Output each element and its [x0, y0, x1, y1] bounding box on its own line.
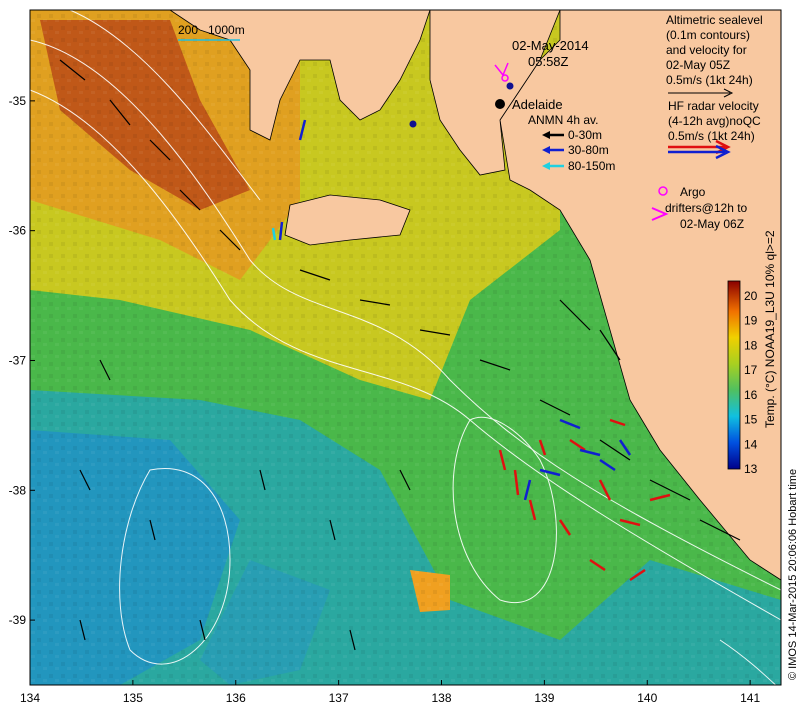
- colorbar-tick-label: 17: [744, 363, 758, 377]
- scale-bar-units: 1000m: [208, 23, 245, 37]
- x-tick-label: 136: [226, 691, 246, 705]
- y-tick-label: -36: [9, 224, 27, 238]
- colorbar-tick-label: 15: [744, 413, 758, 427]
- argo-legend-line: drifters@12h to: [665, 201, 748, 215]
- anmn-legend-item: 30-80m: [568, 143, 609, 157]
- anmn-legend-item: 0-30m: [568, 128, 602, 142]
- x-tick-label: 140: [637, 691, 657, 705]
- scale-bar-label: 200: [178, 23, 198, 37]
- sst-map: 200 1000m 02-May-2014 05:58Z Adelaide AN…: [9, 9, 799, 705]
- colorbar-tick-label: 16: [744, 388, 758, 402]
- y-tick-label: -38: [9, 483, 27, 497]
- x-tick-label: 141: [740, 691, 760, 705]
- argo-legend-line: 02-May 06Z: [680, 217, 744, 231]
- colorbar-tick-label: 18: [744, 338, 758, 352]
- altimetry-legend-line: Altimetric sealevel: [666, 13, 763, 27]
- map-date: 02-May-2014: [512, 38, 589, 53]
- mooring-marker: [506, 82, 514, 90]
- anmn-legend-title: ANMN 4h av.: [528, 113, 598, 127]
- credit-text: © IMOS 14-Mar-2015 20:06:06 Hobart time: [787, 469, 799, 680]
- y-tick-label: -35: [9, 94, 27, 108]
- colorbar-tick-label: 13: [744, 462, 758, 476]
- argo-legend-line: Argo: [680, 185, 706, 199]
- x-tick-label: 138: [431, 691, 451, 705]
- colorbar-label: Temp. (°C) NOAA19_L3U 10% ql>=2: [763, 230, 777, 428]
- y-tick-label: -39: [9, 613, 27, 627]
- altimetry-legend-line: and velocity for: [666, 43, 747, 57]
- altimetry-legend-line: 02-May 05Z: [666, 58, 730, 72]
- x-tick-label: 134: [20, 691, 40, 705]
- x-tick-label: 139: [534, 691, 554, 705]
- colorbar-tick-label: 19: [744, 314, 758, 328]
- altimetry-legend-line: (0.1m contours): [666, 28, 750, 42]
- altimetry-legend: Altimetric sealevel (0.1m contours) and …: [662, 13, 780, 100]
- x-tick-label: 135: [123, 691, 143, 705]
- altimetry-legend-line: 0.5m/s (1kt 24h): [666, 73, 753, 87]
- anmn-legend-item: 80-150m: [568, 159, 615, 173]
- mooring-marker-2: [409, 120, 417, 128]
- hf-legend-line: (4-12h avg)noQC: [668, 114, 761, 128]
- hf-legend-line: 0.5m/s (1kt 24h): [668, 129, 755, 143]
- colorbar-tick-label: 20: [744, 289, 758, 303]
- city-label: Adelaide: [512, 97, 563, 112]
- map-time: 05:58Z: [528, 54, 569, 69]
- adelaide-marker: [495, 99, 505, 109]
- x-tick-label: 137: [329, 691, 349, 705]
- y-tick-label: -37: [9, 353, 27, 367]
- hf-legend-line: HF radar velocity: [668, 99, 759, 113]
- colorbar-tick-label: 14: [744, 437, 758, 451]
